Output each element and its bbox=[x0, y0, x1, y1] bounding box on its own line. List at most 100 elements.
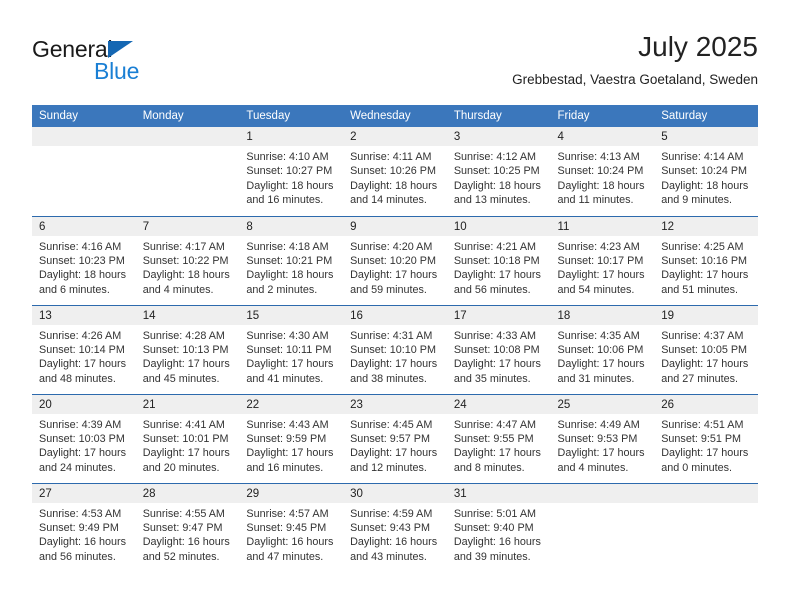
calendar-day-cell[interactable]: 24 Sunrise: 4:47 AM Sunset: 9:55 PM Dayligh… bbox=[446, 393, 551, 483]
sunset-text: Sunset: 10:26 PM bbox=[350, 165, 436, 178]
day-sun-info: Sunrise: 4:35 AM Sunset: 10:06 PM Daylight… bbox=[551, 325, 655, 387]
calendar-day-cell[interactable]: 26 Sunrise: 4:51 AM Sunset: 9:51 PM Dayligh… bbox=[654, 393, 758, 483]
day-sun-info: Sunrise: 4:41 AM Sunset: 10:01 PM Daylight… bbox=[136, 414, 240, 476]
sunset-text: Sunset: 9:51 PM bbox=[661, 432, 742, 445]
day-cell-inner: 19 Sunrise: 4:37 AM Sunset: 10:05 PM Daylig… bbox=[654, 305, 758, 394]
daylight-text: Daylight: 18 hours and 9 minutes. bbox=[661, 179, 749, 207]
day-number: 8 bbox=[239, 216, 344, 236]
calendar-day-cell[interactable]: 4 Sunrise: 4:13 AM Sunset: 10:24 PM Dayligh… bbox=[550, 127, 655, 216]
sunrise-text: Sunrise: 5:01 AM bbox=[453, 507, 537, 520]
sunset-text: Sunset: 9:55 PM bbox=[453, 432, 534, 445]
logo-triangle-icon bbox=[108, 41, 133, 58]
day-cell-inner: 16 Sunrise: 4:31 AM Sunset: 10:10 PM Daylig… bbox=[343, 305, 447, 394]
sunset-text: Sunset: 9:49 PM bbox=[39, 521, 119, 534]
calendar-grid: Sunday Monday Tuesday Wednesday Thursday… bbox=[32, 105, 758, 572]
calendar-day-cell[interactable]: 16 Sunrise: 4:31 AM Sunset: 10:10 PM Daylig… bbox=[343, 304, 447, 394]
sunset-text: Sunset: 10:11 PM bbox=[246, 343, 332, 356]
day-sun-info: Sunrise: 4:45 AM Sunset: 9:57 PM Daylight:… bbox=[343, 414, 447, 476]
day-sun-info: Sunrise: 4:53 AM Sunset: 9:49 PM Daylight:… bbox=[32, 503, 136, 565]
day-number: 14 bbox=[135, 305, 240, 325]
sunrise-text: Sunrise: 4:30 AM bbox=[246, 329, 329, 342]
day-number: 26 bbox=[654, 394, 758, 414]
calendar-day-cell[interactable]: 3 Sunrise: 4:12 AM Sunset: 10:25 PM Dayligh… bbox=[446, 127, 551, 216]
day-sun-info: Sunrise: 4:14 AM Sunset: 10:24 PM Daylight… bbox=[654, 146, 758, 208]
calendar-day-cell[interactable]: 17 Sunrise: 4:33 AM Sunset: 10:08 PM Daylig… bbox=[446, 304, 551, 394]
sunset-text: Sunset: 10:16 PM bbox=[661, 254, 748, 267]
calendar-day-cell[interactable]: 20 Sunrise: 4:39 AM Sunset: 10:03 PM Daylig… bbox=[32, 393, 136, 483]
general-blue-logo: General Blue bbox=[32, 36, 212, 88]
day-cell-inner: 1 Sunrise: 4:10 AM Sunset: 10:27 PM Dayligh… bbox=[239, 127, 344, 216]
calendar-day-cell[interactable]: 13 Sunrise: 4:26 AM Sunset: 10:14 PM Daylig… bbox=[32, 304, 136, 394]
day-sun-info: Sunrise: 4:59 AM Sunset: 9:43 PM Daylight:… bbox=[343, 503, 447, 565]
sunrise-text: Sunrise: 4:21 AM bbox=[453, 240, 537, 253]
calendar-day-cell[interactable]: 12 Sunrise: 4:25 AM Sunset: 10:16 PM Daylig… bbox=[654, 215, 758, 305]
sunset-text: Sunset: 10:10 PM bbox=[350, 343, 436, 356]
day-number: 16 bbox=[343, 305, 447, 325]
daylight-text: Daylight: 16 hours and 43 minutes. bbox=[350, 536, 438, 563]
daylight-text: Daylight: 17 hours and 54 minutes. bbox=[557, 269, 645, 296]
day-sun-info: Sunrise: 4:17 AM Sunset: 10:22 PM Daylight… bbox=[136, 236, 240, 298]
calendar-day-cell[interactable]: 22 Sunrise: 4:43 AM Sunset: 9:59 PM Dayligh… bbox=[239, 393, 344, 483]
day-sun-info: Sunrise: 4:10 AM Sunset: 10:27 PM Daylight… bbox=[239, 146, 343, 208]
sunset-text: Sunset: 9:45 PM bbox=[246, 521, 327, 534]
day-cell-inner: 14 Sunrise: 4:28 AM Sunset: 10:13 PM Daylig… bbox=[135, 305, 240, 394]
sunrise-text: Sunrise: 4:57 AM bbox=[246, 507, 329, 520]
daylight-text: Daylight: 17 hours and 24 minutes. bbox=[39, 447, 127, 474]
calendar-day-cell[interactable]: 10 Sunrise: 4:21 AM Sunset: 10:18 PM Daylig… bbox=[446, 215, 551, 305]
day-cell-inner: 6 Sunrise: 4:16 AM Sunset: 10:23 PM Dayligh… bbox=[32, 216, 136, 305]
calendar-day-cell[interactable]: 1 Sunrise: 4:10 AM Sunset: 10:27 PM Dayligh… bbox=[239, 127, 344, 216]
day-number: 11 bbox=[550, 216, 655, 236]
sunrise-text: Sunrise: 4:20 AM bbox=[350, 240, 433, 253]
day-sun-info: Sunrise: 4:33 AM Sunset: 10:08 PM Daylight… bbox=[447, 325, 551, 387]
calendar-day-cell[interactable]: 5 Sunrise: 4:14 AM Sunset: 10:24 PM Dayligh… bbox=[654, 127, 758, 216]
calendar-day-cell[interactable]: 11 Sunrise: 4:23 AM Sunset: 10:17 PM Daylig… bbox=[550, 215, 655, 305]
calendar-day-cell[interactable]: 9 Sunrise: 4:20 AM Sunset: 10:20 PM Dayligh… bbox=[343, 215, 447, 305]
day-number: 5 bbox=[654, 127, 758, 146]
calendar-day-cell[interactable]: 19 Sunrise: 4:37 AM Sunset: 10:05 PM Daylig… bbox=[654, 304, 758, 394]
day-number: 27 bbox=[32, 483, 136, 503]
day-cell-inner: 30 Sunrise: 4:59 AM Sunset: 9:43 PM Dayligh… bbox=[343, 483, 447, 573]
daylight-text: Daylight: 18 hours and 14 minutes. bbox=[350, 179, 438, 207]
calendar-day-cell[interactable]: 23 Sunrise: 4:45 AM Sunset: 9:57 PM Dayligh… bbox=[343, 393, 447, 483]
sunset-text: Sunset: 10:23 PM bbox=[39, 254, 125, 267]
calendar-day-cell[interactable]: 28 Sunrise: 4:55 AM Sunset: 9:47 PM Dayligh… bbox=[135, 482, 240, 572]
sunrise-text: Sunrise: 4:45 AM bbox=[350, 418, 433, 431]
day-sun-info: Sunrise: 4:47 AM Sunset: 9:55 PM Daylight:… bbox=[447, 414, 551, 476]
daylight-text: Daylight: 17 hours and 48 minutes. bbox=[39, 358, 127, 385]
day-cell-inner bbox=[32, 127, 136, 216]
calendar-day-cell[interactable]: 21 Sunrise: 4:41 AM Sunset: 10:01 PM Daylig… bbox=[135, 393, 240, 483]
sunset-text: Sunset: 10:05 PM bbox=[661, 343, 748, 356]
sunrise-text: Sunrise: 4:49 AM bbox=[557, 418, 640, 431]
sunset-text: Sunset: 10:22 PM bbox=[142, 254, 229, 267]
calendar-cell-empty bbox=[135, 127, 240, 216]
day-cell-inner bbox=[550, 483, 655, 573]
day-cell-inner: 25 Sunrise: 4:49 AM Sunset: 9:53 PM Dayligh… bbox=[550, 394, 655, 483]
calendar-day-cell[interactable]: 6 Sunrise: 4:16 AM Sunset: 10:23 PM Dayligh… bbox=[32, 215, 136, 305]
calendar-day-cell[interactable]: 2 Sunrise: 4:11 AM Sunset: 10:26 PM Dayligh… bbox=[343, 127, 447, 216]
calendar-day-cell[interactable]: 8 Sunrise: 4:18 AM Sunset: 10:21 PM Dayligh… bbox=[239, 215, 344, 305]
calendar-day-cell[interactable]: 30 Sunrise: 4:59 AM Sunset: 9:43 PM Dayligh… bbox=[343, 482, 447, 573]
day-cell-inner: 26 Sunrise: 4:51 AM Sunset: 9:51 PM Dayligh… bbox=[654, 394, 758, 483]
day-sun-info: Sunrise: 4:18 AM Sunset: 10:21 PM Daylight… bbox=[239, 236, 343, 298]
daylight-text: Daylight: 17 hours and 41 minutes. bbox=[246, 358, 334, 385]
daylight-text: Daylight: 17 hours and 56 minutes. bbox=[453, 269, 541, 296]
day-number: 23 bbox=[343, 394, 447, 414]
day-number: 1 bbox=[239, 127, 344, 146]
calendar-day-cell[interactable]: 18 Sunrise: 4:35 AM Sunset: 10:06 PM Daylig… bbox=[550, 304, 655, 394]
calendar-day-cell[interactable]: 15 Sunrise: 4:30 AM Sunset: 10:11 PM Daylig… bbox=[239, 304, 344, 394]
calendar-day-cell[interactable]: 7 Sunrise: 4:17 AM Sunset: 10:22 PM Dayligh… bbox=[135, 215, 240, 305]
day-cell-inner: 12 Sunrise: 4:25 AM Sunset: 10:16 PM Daylig… bbox=[654, 216, 758, 305]
calendar-day-cell[interactable]: 31 Sunrise: 5:01 AM Sunset: 9:40 PM Dayligh… bbox=[446, 482, 551, 572]
weekday-header-sunday: Sunday bbox=[32, 105, 136, 127]
calendar-day-cell[interactable]: 14 Sunrise: 4:28 AM Sunset: 10:13 PM Daylig… bbox=[135, 304, 240, 394]
calendar-day-cell[interactable]: 29 Sunrise: 4:57 AM Sunset: 9:45 PM Dayligh… bbox=[239, 482, 344, 572]
day-number: 19 bbox=[654, 305, 758, 325]
calendar-day-cell[interactable]: 27 Sunrise: 4:53 AM Sunset: 9:49 PM Dayligh… bbox=[32, 482, 136, 572]
day-cell-inner: 4 Sunrise: 4:13 AM Sunset: 10:24 PM Dayligh… bbox=[550, 127, 655, 216]
day-number: 4 bbox=[550, 127, 655, 146]
sunrise-text: Sunrise: 4:16 AM bbox=[39, 240, 122, 253]
day-cell-inner: 24 Sunrise: 4:47 AM Sunset: 9:55 PM Dayligh… bbox=[446, 394, 551, 483]
calendar-day-cell[interactable]: 25 Sunrise: 4:49 AM Sunset: 9:53 PM Dayligh… bbox=[550, 393, 655, 483]
weekday-header-saturday: Saturday bbox=[654, 105, 758, 127]
day-sun-info: Sunrise: 4:23 AM Sunset: 10:17 PM Daylight… bbox=[551, 236, 655, 298]
